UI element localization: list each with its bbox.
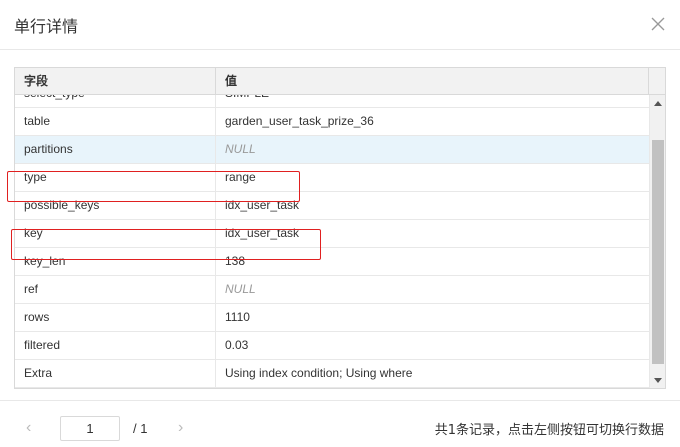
dialog-title: 单行详情	[14, 17, 79, 36]
page-total: / 1	[133, 421, 148, 436]
table-row[interactable]: possible_keys idx_user_task	[15, 192, 649, 220]
table-body[interactable]: select_typeSIMPLEtable garden_user_task_p…	[15, 95, 649, 388]
row-field-name: select_type	[15, 95, 216, 107]
row-field-name: key_len	[15, 248, 216, 275]
row-field-name: filtered	[15, 332, 216, 359]
table-header: 字段 值	[15, 68, 665, 95]
row-field-value: SIMPLE	[216, 95, 649, 107]
scroll-down-arrow-icon[interactable]	[654, 378, 662, 383]
table-row[interactable]: type range	[15, 164, 649, 192]
scroll-up-arrow-icon[interactable]	[654, 101, 662, 106]
dialog-header: 单行详情	[0, 0, 680, 50]
table-row[interactable]: Extra Using index condition; Using where	[15, 360, 649, 388]
page-number-input[interactable]	[60, 416, 120, 441]
row-field-value: 138	[225, 254, 246, 268]
row-field-name: ref	[15, 276, 216, 303]
row-field-value: 1110	[225, 310, 250, 324]
row-field-name: type	[15, 164, 216, 191]
vertical-scrollbar[interactable]	[649, 95, 665, 388]
row-field-value: Using index condition; Using where	[225, 366, 413, 380]
row-field-value: idx_user_task	[225, 226, 300, 240]
dialog-footer: ‹ / 1 › 共1条记录，点击左侧按钮可切换行数据	[0, 400, 680, 447]
row-field-value: garden_user_task_prize_36	[225, 114, 374, 128]
table-row[interactable]: filtered 0.03	[15, 332, 649, 360]
chevron-right-icon[interactable]: ›	[178, 418, 183, 438]
chevron-left-icon[interactable]: ‹	[26, 418, 31, 438]
row-field-name: Extra	[15, 360, 216, 387]
table-row[interactable]: rows 1110	[15, 304, 649, 332]
row-field-value: range	[225, 170, 256, 184]
row-field-value: NULL	[225, 142, 256, 156]
row-field-name: partitions	[15, 136, 216, 163]
column-header-value: 值	[216, 68, 649, 95]
row-field-name: possible_keys	[15, 192, 216, 219]
record-hint: 共1条记录，点击左侧按钮可切换行数据	[434, 423, 664, 438]
row-field-name: rows	[15, 304, 216, 331]
row-field-name: table	[15, 108, 216, 135]
close-icon[interactable]	[648, 14, 668, 34]
table-row[interactable]: key_len 138	[15, 248, 649, 276]
column-header-field: 字段	[15, 68, 216, 95]
row-field-value: NULL	[225, 282, 256, 296]
row-field-name: key	[15, 220, 216, 247]
table-row[interactable]: table garden_user_task_prize_36	[15, 108, 649, 136]
row-field-value: idx_user_task	[225, 198, 300, 212]
table-row[interactable]: select_typeSIMPLE	[15, 95, 649, 108]
table-rows: select_typeSIMPLEtable garden_user_task_p…	[15, 95, 649, 388]
table-row[interactable]: partitions NULL	[15, 136, 649, 164]
detail-table: 字段 值 select_typeSIMPLEtable garden_user_t…	[14, 67, 666, 389]
table-row[interactable]: ref NULL	[15, 276, 649, 304]
table-row[interactable]: key idx_user_task	[15, 220, 649, 248]
row-field-value: 0.03	[225, 338, 249, 352]
scrollbar-thumb[interactable]	[652, 140, 664, 364]
